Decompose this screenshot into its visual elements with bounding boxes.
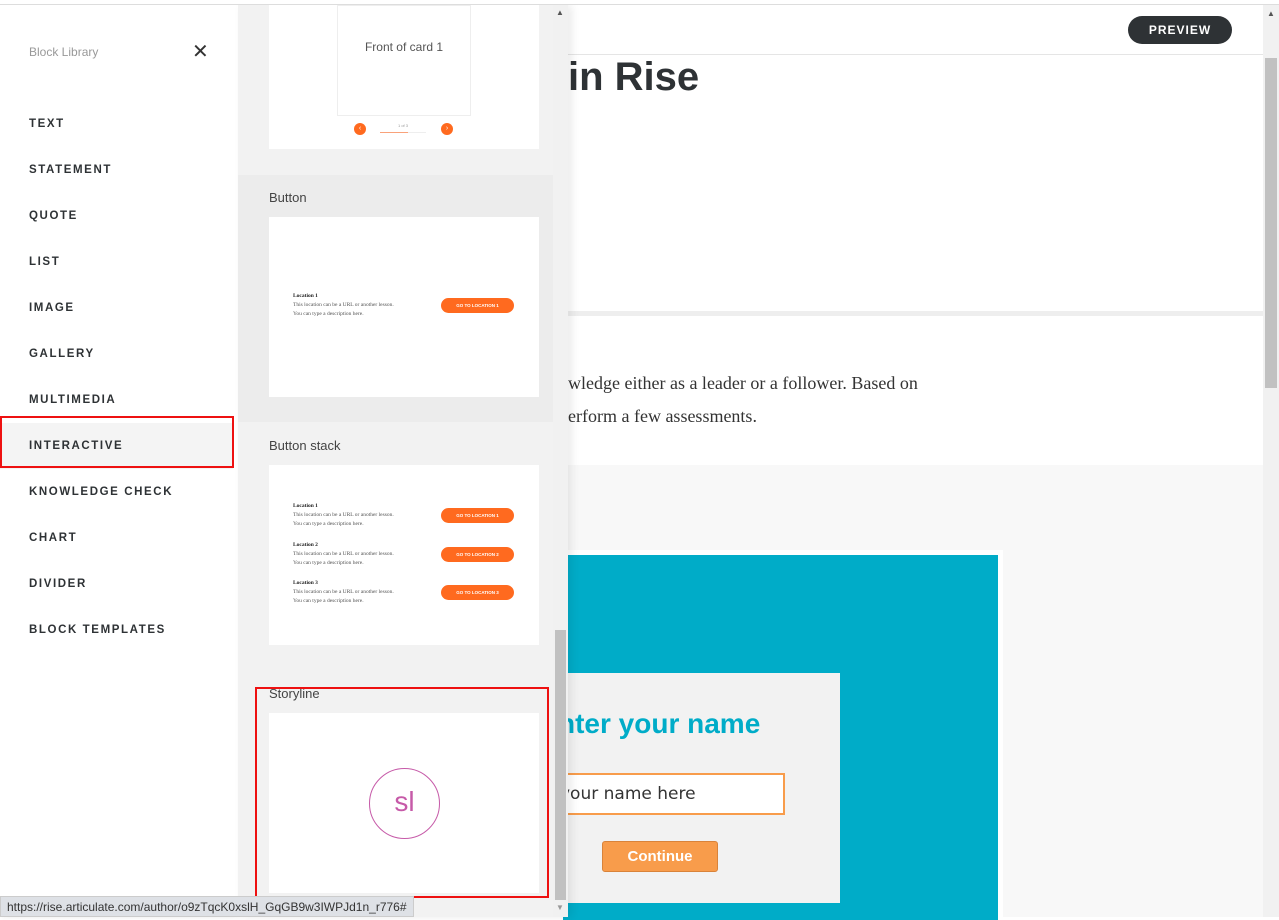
sidebar-item-block-templates[interactable]: BLOCK TEMPLATES (0, 607, 233, 653)
button-block-label: Button (269, 190, 307, 205)
status-bar-url: https://rise.articulate.com/author/o9zTq… (0, 896, 414, 917)
location-desc: This location can be a URL or another le… (293, 302, 394, 308)
sidebar-item-quote[interactable]: QUOTE (0, 193, 233, 239)
top-border (0, 0, 1279, 5)
editor-header: PREVIEW (568, 5, 1263, 55)
storyline-embed: nter your name Continue (543, 550, 1003, 920)
go-to-location-button: GO TO LOCATION 1 (441, 298, 514, 313)
location-title: Location 1 (293, 293, 318, 299)
location-desc: This location can be a URL or another le… (293, 512, 394, 518)
location-desc: You can type a description here. (293, 311, 364, 317)
lesson-title[interactable]: in Rise (568, 55, 699, 100)
sidebar-item-interactive[interactable]: INTERACTIVE (0, 423, 233, 469)
flashcard-block-thumb[interactable]: Front of card 1 ‹ 1 of 3 › (269, 5, 539, 149)
sidebar-item-multimedia[interactable]: MULTIMEDIA (0, 377, 233, 423)
name-input[interactable] (553, 773, 785, 815)
continue-button[interactable]: Continue (602, 841, 718, 872)
sidebar-item-image[interactable]: IMAGE (0, 285, 233, 331)
chevron-right-icon: › (441, 123, 453, 135)
button-block-thumb[interactable]: Location 1 This location can be a URL or … (269, 217, 539, 397)
go-to-location-button: GO TO LOCATION 3 (441, 585, 514, 600)
storyline-logo: sl (369, 768, 440, 839)
sidebar-item-knowledge-check[interactable]: KNOWLEDGE CHECK (0, 469, 233, 515)
scrollbar-thumb[interactable] (555, 630, 566, 900)
location-desc: This location can be a URL or another le… (293, 589, 394, 595)
progress-track (380, 132, 426, 133)
sidebar-item-list[interactable]: LIST (0, 239, 233, 285)
location-desc: You can type a description here. (293, 560, 364, 566)
block-panel: Front of card 1 ‹ 1 of 3 › Button Locati… (238, 5, 568, 917)
text-line-1[interactable]: wledge either as a leader or a follower.… (568, 373, 918, 394)
sidebar-item-chart[interactable]: CHART (0, 515, 233, 561)
lesson-editor: PREVIEW in Rise wledge either as a leade… (543, 5, 1263, 920)
go-to-location-button: GO TO LOCATION 1 (441, 508, 514, 523)
sidebar-item-gallery[interactable]: GALLERY (0, 331, 233, 377)
panel-scrollbar[interactable]: ▲ ▼ (553, 5, 568, 917)
sidebar-item-statement[interactable]: STATEMENT (0, 147, 233, 193)
go-to-location-button: GO TO LOCATION 2 (441, 547, 514, 562)
embed-heading: nter your name (558, 708, 761, 739)
block-library-sidebar: Block Library ✕ TEXT STATEMENT QUOTE LIS… (0, 5, 238, 917)
name-card: nter your name Continue (543, 673, 840, 903)
divider (568, 311, 1263, 316)
location-title: Location 3 (293, 580, 318, 586)
scroll-down-icon[interactable]: ▼ (556, 903, 564, 912)
storyline-block-thumb[interactable]: sl (269, 713, 539, 893)
location-desc: You can type a description here. (293, 598, 364, 604)
window-scrollbar[interactable]: ▲ (1263, 5, 1279, 917)
chevron-left-icon: ‹ (354, 123, 366, 135)
location-title: Location 1 (293, 503, 318, 509)
button-stack-block-thumb[interactable]: Location 1 This location can be a URL or … (269, 465, 539, 645)
location-desc: You can type a description here. (293, 521, 364, 527)
location-title: Location 2 (293, 542, 318, 548)
scroll-up-icon[interactable]: ▲ (556, 8, 564, 17)
sidebar-item-text[interactable]: TEXT (0, 101, 233, 147)
preview-button[interactable]: PREVIEW (1128, 16, 1232, 44)
close-icon[interactable]: ✕ (192, 39, 209, 64)
flashcard-counter: 1 of 3 (397, 123, 408, 128)
storyline-label: Storyline (269, 686, 320, 701)
location-desc: This location can be a URL or another le… (293, 551, 394, 557)
button-stack-label: Button stack (269, 438, 341, 453)
progress-fill (380, 132, 408, 133)
sidebar-title: Block Library (29, 45, 99, 59)
text-line-2[interactable]: erform a few assessments. (568, 406, 757, 427)
flashcard-front: Front of card 1 (337, 5, 471, 116)
scrollbar-thumb[interactable] (1265, 58, 1277, 388)
sidebar-item-divider[interactable]: DIVIDER (0, 561, 233, 607)
scroll-up-icon[interactable]: ▲ (1267, 9, 1275, 18)
